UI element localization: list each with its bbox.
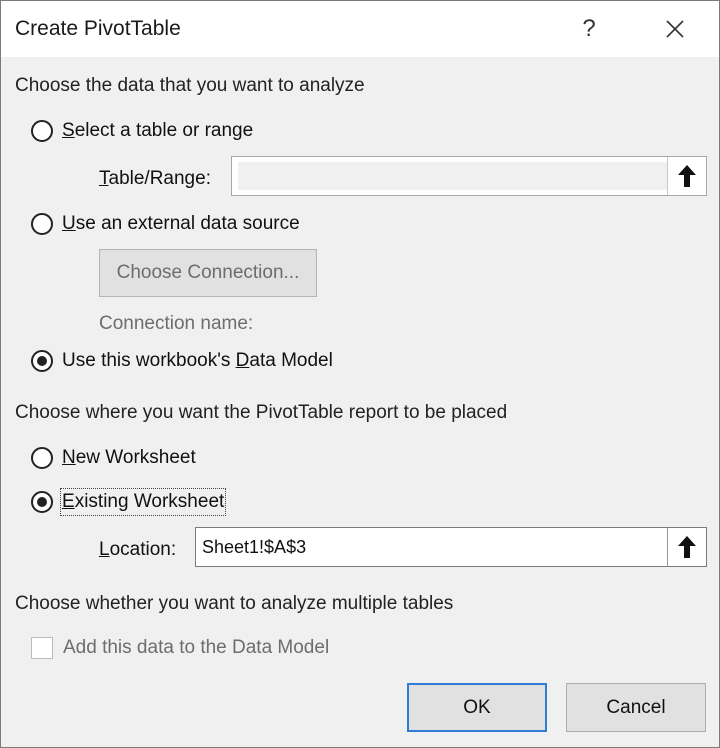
radio-button[interactable]: [31, 213, 53, 235]
radio-new-worksheet[interactable]: New Worksheet: [31, 447, 196, 469]
radio-button-selected[interactable]: [31, 350, 53, 372]
location-label: Location:: [99, 539, 177, 560]
question-mark-icon: ?: [582, 15, 596, 42]
location-input[interactable]: [196, 528, 666, 566]
add-to-data-model-label: Add this data to the Data Model: [63, 637, 330, 658]
location-collapse-button[interactable]: [667, 528, 706, 566]
placement-heading: Choose where you want the PivotTable rep…: [15, 402, 508, 423]
radio-external-source[interactable]: Use an external data source: [31, 213, 300, 235]
radio-select-table-range[interactable]: Select a table or range: [31, 120, 253, 142]
radio-button[interactable]: [31, 447, 53, 469]
radio-data-model[interactable]: Use this workbook's Data Model: [31, 350, 333, 372]
radio-button[interactable]: [31, 120, 53, 142]
arrow-up-icon: [678, 165, 696, 187]
dialog-title: Create PivotTable: [15, 17, 181, 40]
choose-connection-button: Choose Connection...: [99, 249, 317, 297]
title-bar: Create PivotTable ?: [1, 1, 719, 57]
close-icon: [666, 20, 684, 38]
ok-button[interactable]: OK: [407, 683, 547, 732]
radio-existing-worksheet[interactable]: Existing Worksheet: [31, 488, 227, 516]
radio-button-selected[interactable]: [31, 491, 53, 513]
table-range-field: [231, 156, 707, 196]
data-source-heading: Choose the data that you want to analyze: [15, 75, 365, 96]
table-range-collapse-button[interactable]: [667, 157, 706, 195]
multiple-tables-heading: Choose whether you want to analyze multi…: [15, 593, 454, 614]
radio-label: Select a table or range: [62, 120, 254, 141]
table-range-label: Table/Range:: [99, 168, 211, 189]
cancel-button[interactable]: Cancel: [566, 683, 706, 732]
close-button[interactable]: [655, 13, 695, 45]
connection-name-label: Connection name:: [99, 313, 254, 334]
help-button[interactable]: ?: [569, 13, 609, 45]
add-to-data-model-checkbox: [31, 637, 53, 659]
table-range-input-disabled: [238, 162, 672, 190]
create-pivottable-dialog: Create PivotTable ? Choose the data that…: [0, 0, 720, 748]
add-to-data-model-option: Add this data to the Data Model: [31, 637, 329, 659]
radio-label: New Worksheet: [62, 447, 196, 468]
radio-label: Use an external data source: [62, 213, 300, 234]
location-field: [195, 527, 707, 567]
radio-label: Use this workbook's Data Model: [62, 350, 333, 371]
arrow-up-icon: [678, 536, 696, 558]
radio-label: Existing Worksheet: [60, 488, 227, 516]
